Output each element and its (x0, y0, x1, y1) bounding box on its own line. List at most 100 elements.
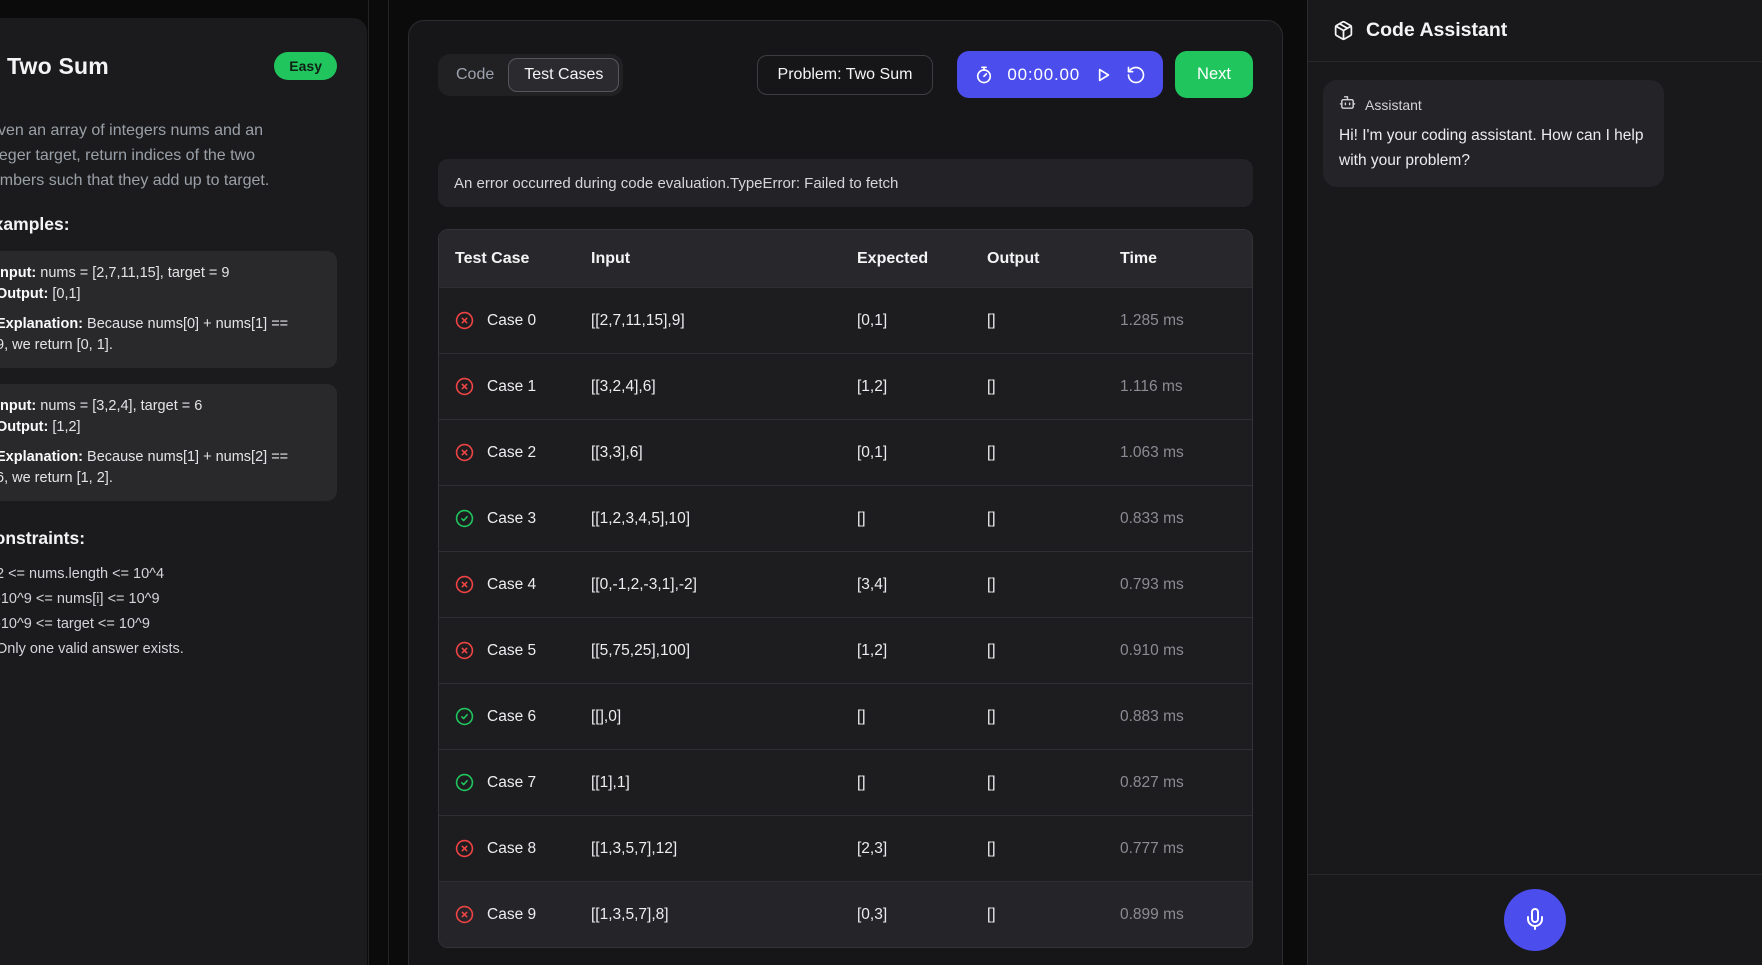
table-row[interactable]: Case 8 [[1,3,5,7],12] [2,3] [] 0.777 ms (439, 815, 1252, 881)
input-cell: [[1,3,5,7],12] (591, 839, 678, 857)
input-cell: [[],0] (591, 707, 622, 725)
table-row[interactable]: Case 6 [[],0] [] [] 0.883 ms (439, 683, 1252, 749)
case-cell: Case 0 (439, 311, 591, 330)
pass-icon (455, 509, 474, 528)
input-cell: [[1],1] (591, 773, 630, 791)
output-cell: [] (987, 377, 996, 395)
input-cell: [[3,2,4],6] (591, 377, 656, 395)
table-row[interactable]: Case 2 [[3,3],6] [0,1] [] 1.063 ms (439, 419, 1252, 485)
view-tabs: Code Test Cases (438, 53, 624, 96)
fail-icon (455, 641, 474, 660)
column-header-output: Output (987, 249, 1040, 267)
table-row[interactable]: Case 5 [[5,75,25],100] [1,2] [] 0.910 ms (439, 617, 1252, 683)
example-card: Input: nums = [2,7,11,15], target = 9 Out… (0, 251, 337, 368)
output-cell: [] (987, 905, 996, 923)
expected-cell: [] (857, 509, 866, 527)
output-cell: [] (987, 575, 996, 593)
column-header-test-case: Test Case (455, 249, 530, 267)
examples-heading: Examples: (0, 214, 70, 234)
assistant-header: Code Assistant (1308, 0, 1762, 62)
expected-cell: [] (857, 773, 866, 791)
time-cell: 1.285 ms (1120, 311, 1184, 329)
table-row[interactable]: Case 1 [[3,2,4],6] [1,2] [] 1.116 ms (439, 353, 1252, 419)
reset-button[interactable] (1126, 65, 1146, 85)
tab-code[interactable]: Code (442, 58, 508, 92)
output-cell: [] (987, 707, 996, 725)
example-line: Input: nums = [3,2,4], target = 6 (0, 398, 203, 414)
timer-pill[interactable]: 00:00.00 (957, 51, 1163, 98)
case-label: Case 0 (487, 311, 537, 329)
time-cell: 0.777 ms (1120, 839, 1184, 857)
expected-cell: [0,1] (857, 311, 888, 329)
fail-icon (455, 905, 474, 924)
case-label: Case 1 (487, 377, 537, 395)
case-cell: Case 8 (439, 839, 591, 858)
input-cell: [[5,75,25],100] (591, 641, 691, 659)
table-row[interactable]: Case 0 [[2,7,11,15],9] [0,1] [] 1.285 ms (439, 287, 1252, 353)
next-button[interactable]: Next (1175, 51, 1253, 98)
expected-cell: [0,3] (857, 905, 888, 923)
time-cell: 1.063 ms (1120, 443, 1184, 461)
bubble-sender-row: Assistant (1339, 94, 1648, 116)
workspace-header: Code Test Cases Problem: Two Sum 00:00.00 (438, 51, 1253, 98)
table-body: Case 0 [[2,7,11,15],9] [0,1][] 1.285 ms Case… (439, 287, 1252, 947)
pane-divider (388, 0, 389, 965)
timer-value: 00:00.00 (1007, 64, 1080, 84)
case-label: Case 2 (487, 443, 537, 461)
output-cell: [] (987, 509, 996, 527)
example-line: Output: [1,2] (0, 419, 81, 435)
output-cell: [] (987, 839, 996, 857)
play-icon (1093, 65, 1113, 85)
table-row[interactable]: Case 4 [[0,-1,2,-3,1],-2] [3,4] [] 0.793 ms (439, 551, 1252, 617)
case-cell: Case 1 (439, 377, 591, 396)
case-cell: Case 4 (439, 575, 591, 594)
input-cell: [[0,-1,2,-3,1],-2] (591, 575, 697, 593)
reset-icon (1126, 65, 1146, 85)
fail-icon (455, 377, 474, 396)
time-cell: 0.833 ms (1120, 509, 1184, 527)
column-header-input: Input (591, 249, 631, 267)
case-label: Case 8 (487, 839, 537, 857)
example-card: Input: nums = [3,2,4], target = 6 Output:… (0, 384, 337, 501)
table-row[interactable]: Case 7 [[1],1] [] [] 0.827 ms (439, 749, 1252, 815)
constraints-list: 2 <= nums.length <= 10^4-10^9 <= nums[i]… (0, 562, 343, 662)
play-button[interactable] (1093, 65, 1113, 85)
example-line: Explanation: Because nums[0] + nums[1] =… (0, 316, 289, 332)
time-cell: 0.827 ms (1120, 773, 1184, 791)
constraint-item: -10^9 <= target <= 10^9 (0, 612, 343, 637)
expected-cell: [0,1] (857, 443, 888, 461)
case-cell: Case 5 (439, 641, 591, 660)
bubble-sender: Assistant (1365, 97, 1422, 113)
input-cell: [[1,2,3,4,5],10] (591, 509, 691, 527)
tab-test-cases[interactable]: Test Cases (508, 57, 620, 92)
error-banner: An error occurred during code evaluation… (438, 159, 1253, 207)
time-cell: 0.910 ms (1120, 641, 1184, 659)
assistant-title: Code Assistant (1366, 19, 1508, 41)
case-cell: Case 2 (439, 443, 591, 462)
expected-cell: [] (857, 707, 866, 725)
case-label: Case 6 (487, 707, 537, 725)
example-line: 6, we return [1, 2]. (0, 470, 113, 486)
case-cell: Case 9 (439, 905, 591, 924)
test-results-table: Test Case Input Expected Output Time Case 0 [… (438, 229, 1253, 948)
table-header-row: Test Case Input Expected Output Time (439, 230, 1252, 287)
table-row[interactable]: Case 9 [[1,3,5,7],8] [0,3] [] 0.899 ms (439, 881, 1252, 947)
example-line: Input: nums = [2,7,11,15], target = 9 (0, 265, 230, 281)
constraint-item: 2 <= nums.length <= 10^4 (0, 562, 343, 587)
problem-title-row: Two Sum Easy (0, 52, 343, 80)
case-label: Case 7 (487, 773, 537, 791)
description-line: Given an array of integers nums and an (0, 122, 264, 139)
fail-icon (455, 443, 474, 462)
expected-cell: [2,3] (857, 839, 888, 857)
expected-cell: [1,2] (857, 377, 888, 395)
mic-button[interactable] (1504, 889, 1566, 951)
robot-icon (1339, 94, 1356, 116)
input-cell: [[3,3],6] (591, 443, 643, 461)
problem-select-button[interactable]: Problem: Two Sum (756, 54, 934, 95)
mic-icon (1523, 907, 1547, 934)
time-cell: 1.116 ms (1120, 377, 1183, 395)
case-cell: Case 6 (439, 707, 591, 726)
problem-description: Given an array of integers nums and an in… (0, 118, 343, 193)
table-row[interactable]: Case 3 [[1,2,3,4,5],10] [] [] 0.833 ms (439, 485, 1252, 551)
case-cell: Case 3 (439, 509, 591, 528)
